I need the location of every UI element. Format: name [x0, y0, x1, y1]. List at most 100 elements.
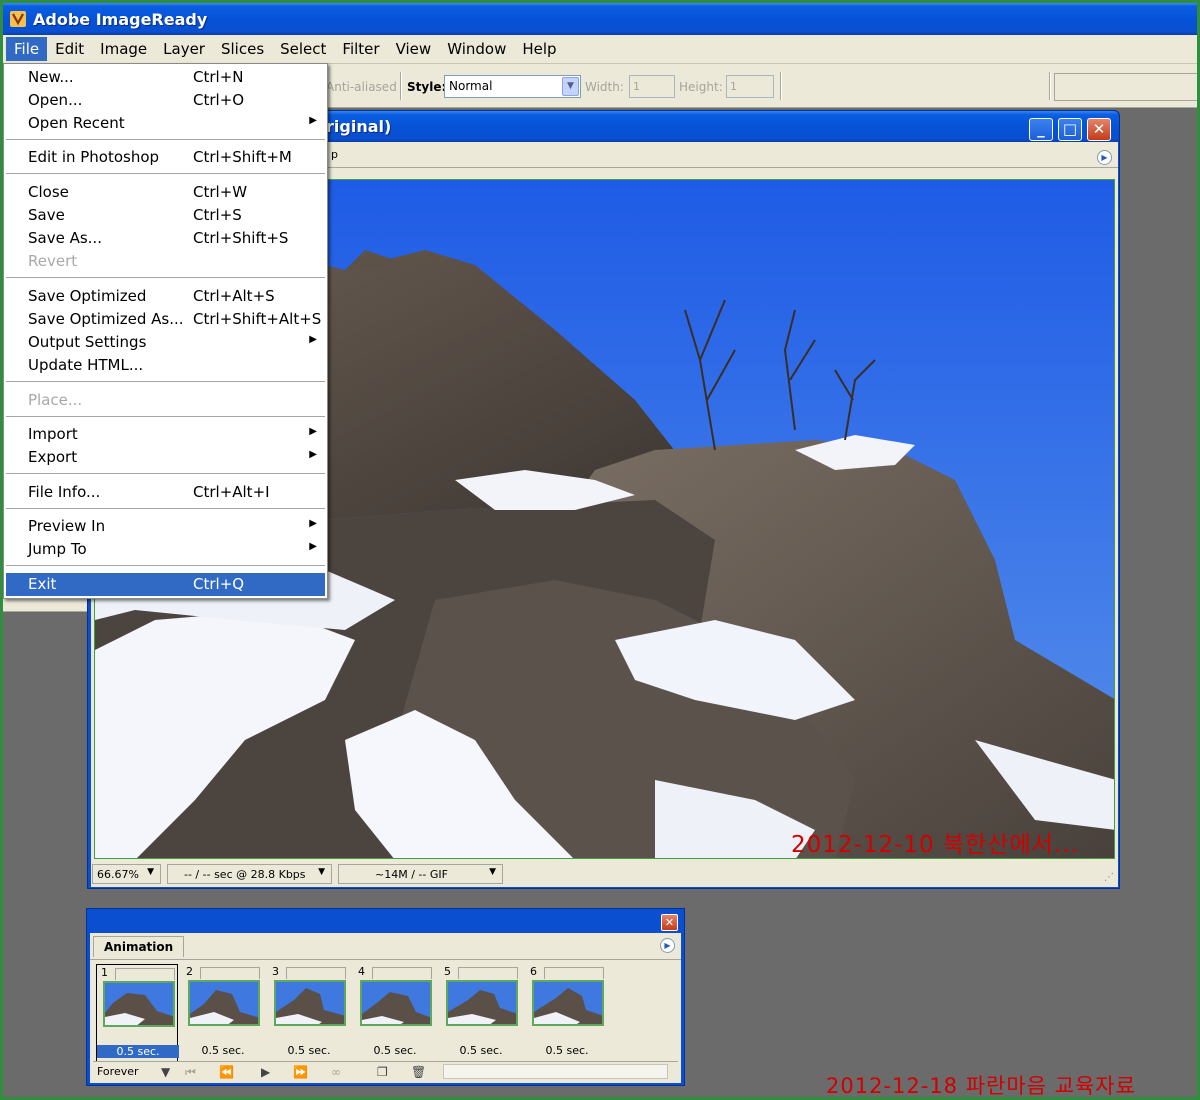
menu-item-label: Output Settings — [28, 333, 147, 351]
duplicate-frame-icon[interactable]: ❐ — [377, 1065, 388, 1079]
menu-item-edit-in-photoshop[interactable]: Edit in Photoshop Ctrl+Shift+M — [6, 146, 325, 169]
menu-item-exit[interactable]: Exit Ctrl+Q — [6, 573, 325, 596]
frames-scrollbar[interactable] — [443, 1064, 668, 1079]
chevron-down-icon[interactable]: ▼ — [562, 77, 579, 96]
play-icon[interactable]: ▶ — [261, 1065, 270, 1079]
chevron-down-icon[interactable]: ▼ — [147, 867, 154, 877]
menu-window[interactable]: Window — [439, 37, 514, 61]
loop-chevron-icon[interactable]: ▼ — [161, 1065, 170, 1079]
menu-filter[interactable]: Filter — [334, 37, 387, 61]
menu-item-open-recent[interactable]: Open Recent ▶ — [6, 112, 325, 135]
download-time-field[interactable]: -- / -- sec @ 28.8 Kbps ▼ — [167, 864, 332, 884]
animation-panel-body: Animation ▶ 1 0.5 sec. 2 0.5 sec. 3 0.5 … — [90, 933, 681, 1083]
height-input[interactable]: 1 — [726, 75, 774, 98]
style-select-value: Normal — [449, 79, 493, 93]
tab-animation[interactable]: Animation — [93, 936, 185, 957]
palette-well[interactable] — [1054, 73, 1200, 101]
menu-layer[interactable]: Layer — [155, 37, 213, 61]
animation-frame-4[interactable]: 4 0.5 sec. — [354, 964, 436, 1062]
maximize-button[interactable]: □ — [1058, 118, 1082, 141]
document-status-bar: 66.67% ▼ -- / -- sec @ 28.8 Kbps ▼ ~14M … — [91, 862, 1118, 885]
frame-thumbnail — [360, 980, 432, 1026]
menu-item-export[interactable]: Export ▶ — [6, 446, 325, 469]
submenu-arrow-icon: ▶ — [309, 334, 317, 345]
animation-frame-3[interactable]: 3 0.5 sec. — [268, 964, 350, 1062]
menu-item-shortcut: Ctrl+Alt+S — [193, 287, 275, 305]
menu-item-output-settings[interactable]: Output Settings ▶ — [6, 331, 325, 354]
next-frame-icon[interactable]: ⏩ — [293, 1065, 308, 1079]
tab-original[interactable]: p — [331, 148, 338, 161]
frame-number: 1 — [101, 966, 108, 979]
frame-header — [372, 967, 432, 979]
animation-controls: Forever ▼ ⏮ ⏪ ▶ ⏩ ∞ ❐ 🗑 — [93, 1061, 678, 1081]
previous-frame-icon[interactable]: ⏪ — [219, 1065, 234, 1079]
frame-delay[interactable]: 0.5 sec. — [354, 1044, 436, 1057]
anti-aliased-checkbox-label[interactable]: Anti-aliased — [326, 80, 397, 94]
animation-frame-6[interactable]: 6 0.5 sec. — [526, 964, 608, 1062]
menu-item-update-html[interactable]: Update HTML... — [6, 354, 325, 377]
menu-item-save-optimized[interactable]: Save Optimized Ctrl+Alt+S — [6, 285, 325, 308]
submenu-arrow-icon: ▶ — [309, 449, 317, 460]
frame-delay[interactable]: 0.5 sec. — [268, 1044, 350, 1057]
style-select[interactable]: Normal ▼ — [444, 75, 581, 98]
chevron-down-icon[interactable]: ▼ — [318, 867, 325, 877]
panel-menu-icon[interactable]: ▶ — [660, 938, 675, 953]
menu-item-preview-in[interactable]: Preview In ▶ — [6, 515, 325, 538]
height-label: Height: — [679, 80, 723, 94]
minimize-button[interactable]: _ — [1029, 118, 1053, 141]
menu-item-label: Revert — [28, 252, 78, 270]
close-icon[interactable]: ✕ — [661, 914, 678, 931]
menu-item-label: Jump To — [28, 540, 87, 558]
menu-image[interactable]: Image — [92, 37, 155, 61]
menu-separator — [6, 173, 325, 175]
width-label: Width: — [585, 80, 624, 94]
menu-item-label: Close — [28, 183, 69, 201]
menu-item-save-optimized-as[interactable]: Save Optimized As... Ctrl+Shift+Alt+S — [6, 308, 325, 331]
menu-bar: File Edit Image Layer Slices Select Filt… — [3, 35, 1197, 64]
menu-select[interactable]: Select — [272, 37, 334, 61]
chevron-down-icon[interactable]: ▼ — [489, 867, 496, 877]
menu-item-file-info[interactable]: File Info... Ctrl+Alt+I — [6, 481, 325, 504]
menu-item-shortcut: Ctrl+W — [193, 183, 248, 201]
size-format-value: ~14M / -- GIF — [375, 868, 448, 881]
menu-file[interactable]: File — [6, 37, 48, 61]
frame-thumbnail — [188, 980, 260, 1026]
frame-delay[interactable]: 0.5 sec. — [182, 1044, 264, 1057]
menu-item-close[interactable]: Close Ctrl+W — [6, 181, 325, 204]
close-button[interactable]: ✕ — [1087, 118, 1111, 141]
resize-grip-icon[interactable]: ⋰ — [1104, 872, 1114, 883]
menu-item-shortcut: Ctrl+O — [193, 91, 245, 109]
menu-item-save[interactable]: Save Ctrl+S — [6, 204, 325, 227]
menu-item-label: Export — [28, 448, 78, 466]
menu-view[interactable]: View — [388, 37, 440, 61]
size-format-field[interactable]: ~14M / -- GIF ▼ — [338, 864, 503, 884]
menu-help[interactable]: Help — [514, 37, 564, 61]
frame-delay[interactable]: 0.5 sec. — [440, 1044, 522, 1057]
submenu-arrow-icon: ▶ — [309, 426, 317, 437]
menu-item-new[interactable]: New... Ctrl+N — [6, 66, 325, 89]
menu-item-import[interactable]: Import ▶ — [6, 423, 325, 446]
animation-frame-1[interactable]: 1 0.5 sec. — [96, 964, 179, 1062]
play-menu-icon[interactable]: ▶ — [1097, 150, 1112, 165]
menu-item-save-as[interactable]: Save As... Ctrl+Shift+S — [6, 227, 325, 250]
width-input[interactable]: 1 — [629, 75, 675, 98]
submenu-arrow-icon: ▶ — [309, 518, 317, 529]
menu-item-shortcut: Ctrl+Shift+S — [193, 229, 289, 247]
menu-item-open[interactable]: Open... Ctrl+O — [6, 89, 325, 112]
first-frame-icon[interactable]: ⏮ — [185, 1065, 196, 1080]
tween-icon[interactable]: ∞ — [331, 1065, 341, 1079]
frame-delay[interactable]: 0.5 sec. — [97, 1045, 179, 1058]
menu-item-jump-to[interactable]: Jump To ▶ — [6, 538, 325, 561]
frame-delay[interactable]: 0.5 sec. — [526, 1044, 608, 1057]
animation-frame-2[interactable]: 2 0.5 sec. — [182, 964, 264, 1062]
zoom-field[interactable]: 66.67% ▼ — [92, 864, 161, 884]
download-time-value: -- / -- sec @ 28.8 Kbps — [184, 868, 306, 881]
trash-icon[interactable]: 🗑 — [411, 1065, 426, 1079]
menu-slices[interactable]: Slices — [213, 37, 272, 61]
menu-separator — [6, 277, 325, 279]
menu-separator — [6, 139, 325, 141]
menu-edit[interactable]: Edit — [47, 37, 92, 61]
animation-frame-5[interactable]: 5 0.5 sec. — [440, 964, 522, 1062]
submenu-arrow-icon: ▶ — [309, 115, 317, 126]
loop-select[interactable]: Forever — [97, 1065, 139, 1078]
